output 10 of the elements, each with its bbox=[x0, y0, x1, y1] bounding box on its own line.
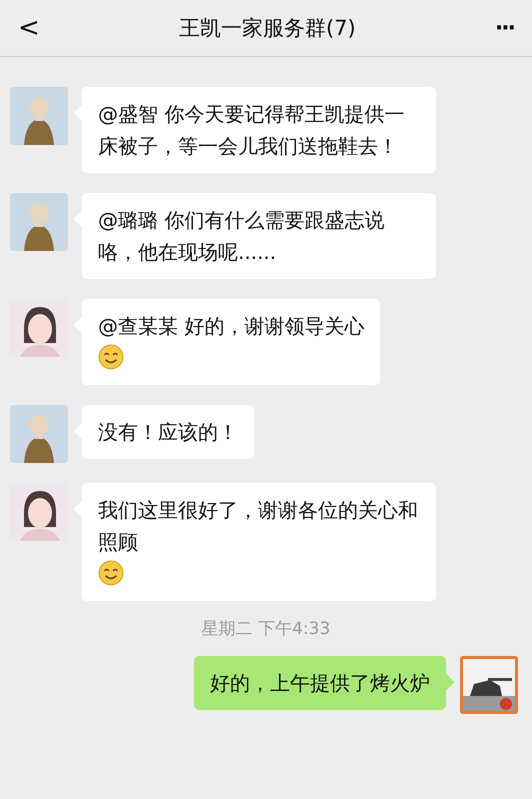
timestamp: 星期二 下午4:33 bbox=[200, 618, 332, 640]
more-button[interactable]: ··· bbox=[488, 16, 520, 40]
message-text: 没有！应该的！ bbox=[98, 419, 238, 446]
message-text: @璐璐 你们有什么需要跟盛志说咯，他在现场呢...... bbox=[98, 207, 386, 266]
message-text: @查某某 好的，谢谢领导关心 bbox=[98, 313, 364, 340]
back-button[interactable]: < bbox=[12, 13, 46, 43]
chat-title: 王凯一家服务群(7) bbox=[178, 15, 356, 42]
message-text: @盛智 你今天要记得帮王凯提供一床被子，等一会儿我们送拖鞋去！ bbox=[98, 101, 406, 160]
message-text: 我们这里很好了，谢谢各位的关心和照顾 bbox=[98, 497, 419, 556]
message-text: 好的，上午提供了烤火炉 bbox=[210, 670, 430, 697]
